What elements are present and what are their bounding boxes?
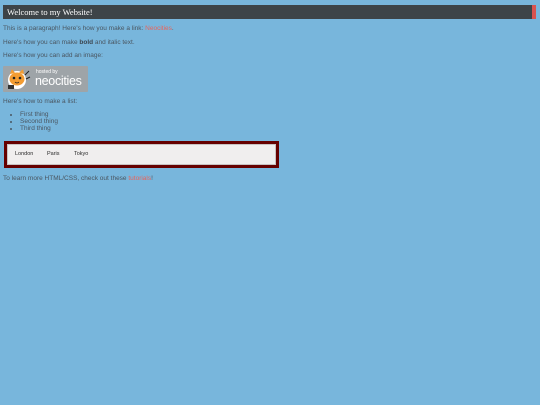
bold-text-after: and italic text. bbox=[93, 39, 135, 46]
nav-item-london[interactable]: London bbox=[15, 151, 33, 157]
neocities-cat-icon bbox=[8, 69, 31, 89]
city-nav-inner: London Paris Tokyo bbox=[7, 144, 276, 165]
footer-text: To learn more HTML/CSS, check out these bbox=[3, 175, 129, 182]
city-nav-box: London Paris Tokyo bbox=[4, 141, 279, 168]
paragraph-text: This is a paragraph! Here's how you make… bbox=[3, 25, 146, 32]
list-item: First thing bbox=[20, 111, 58, 118]
tutorials-link[interactable]: tutorials bbox=[128, 175, 151, 182]
footer-end: ! bbox=[151, 175, 153, 182]
bold-text: bold bbox=[79, 39, 94, 46]
paragraph-end: . bbox=[171, 25, 174, 32]
list-item: Third thing bbox=[20, 125, 58, 132]
paragraph-bold: Here's how you can make bold and italic … bbox=[3, 39, 135, 46]
paragraph-image: Here's how you can add an image: bbox=[3, 52, 103, 59]
neocities-badge[interactable]: hosted by neocities bbox=[3, 66, 88, 92]
neocities-link[interactable]: Neocities bbox=[145, 25, 172, 32]
bold-text-before: Here's how you can make bbox=[3, 39, 80, 46]
nav-item-tokyo[interactable]: Tokyo bbox=[74, 151, 88, 157]
header-bar: Welcome to my Website! bbox=[3, 5, 536, 19]
bullet-list: First thing Second thing Third thing bbox=[8, 111, 58, 132]
nav-item-paris[interactable]: Paris bbox=[47, 151, 60, 157]
paragraph-footer: To learn more HTML/CSS, check out these … bbox=[3, 175, 153, 182]
badge-big-text: neocities bbox=[35, 74, 82, 88]
paragraph-list: Here's how to make a list: bbox=[3, 98, 78, 105]
page-title: Welcome to my Website! bbox=[7, 7, 93, 17]
paragraph-link: This is a paragraph! Here's how you make… bbox=[3, 25, 174, 32]
list-item: Second thing bbox=[20, 118, 58, 125]
